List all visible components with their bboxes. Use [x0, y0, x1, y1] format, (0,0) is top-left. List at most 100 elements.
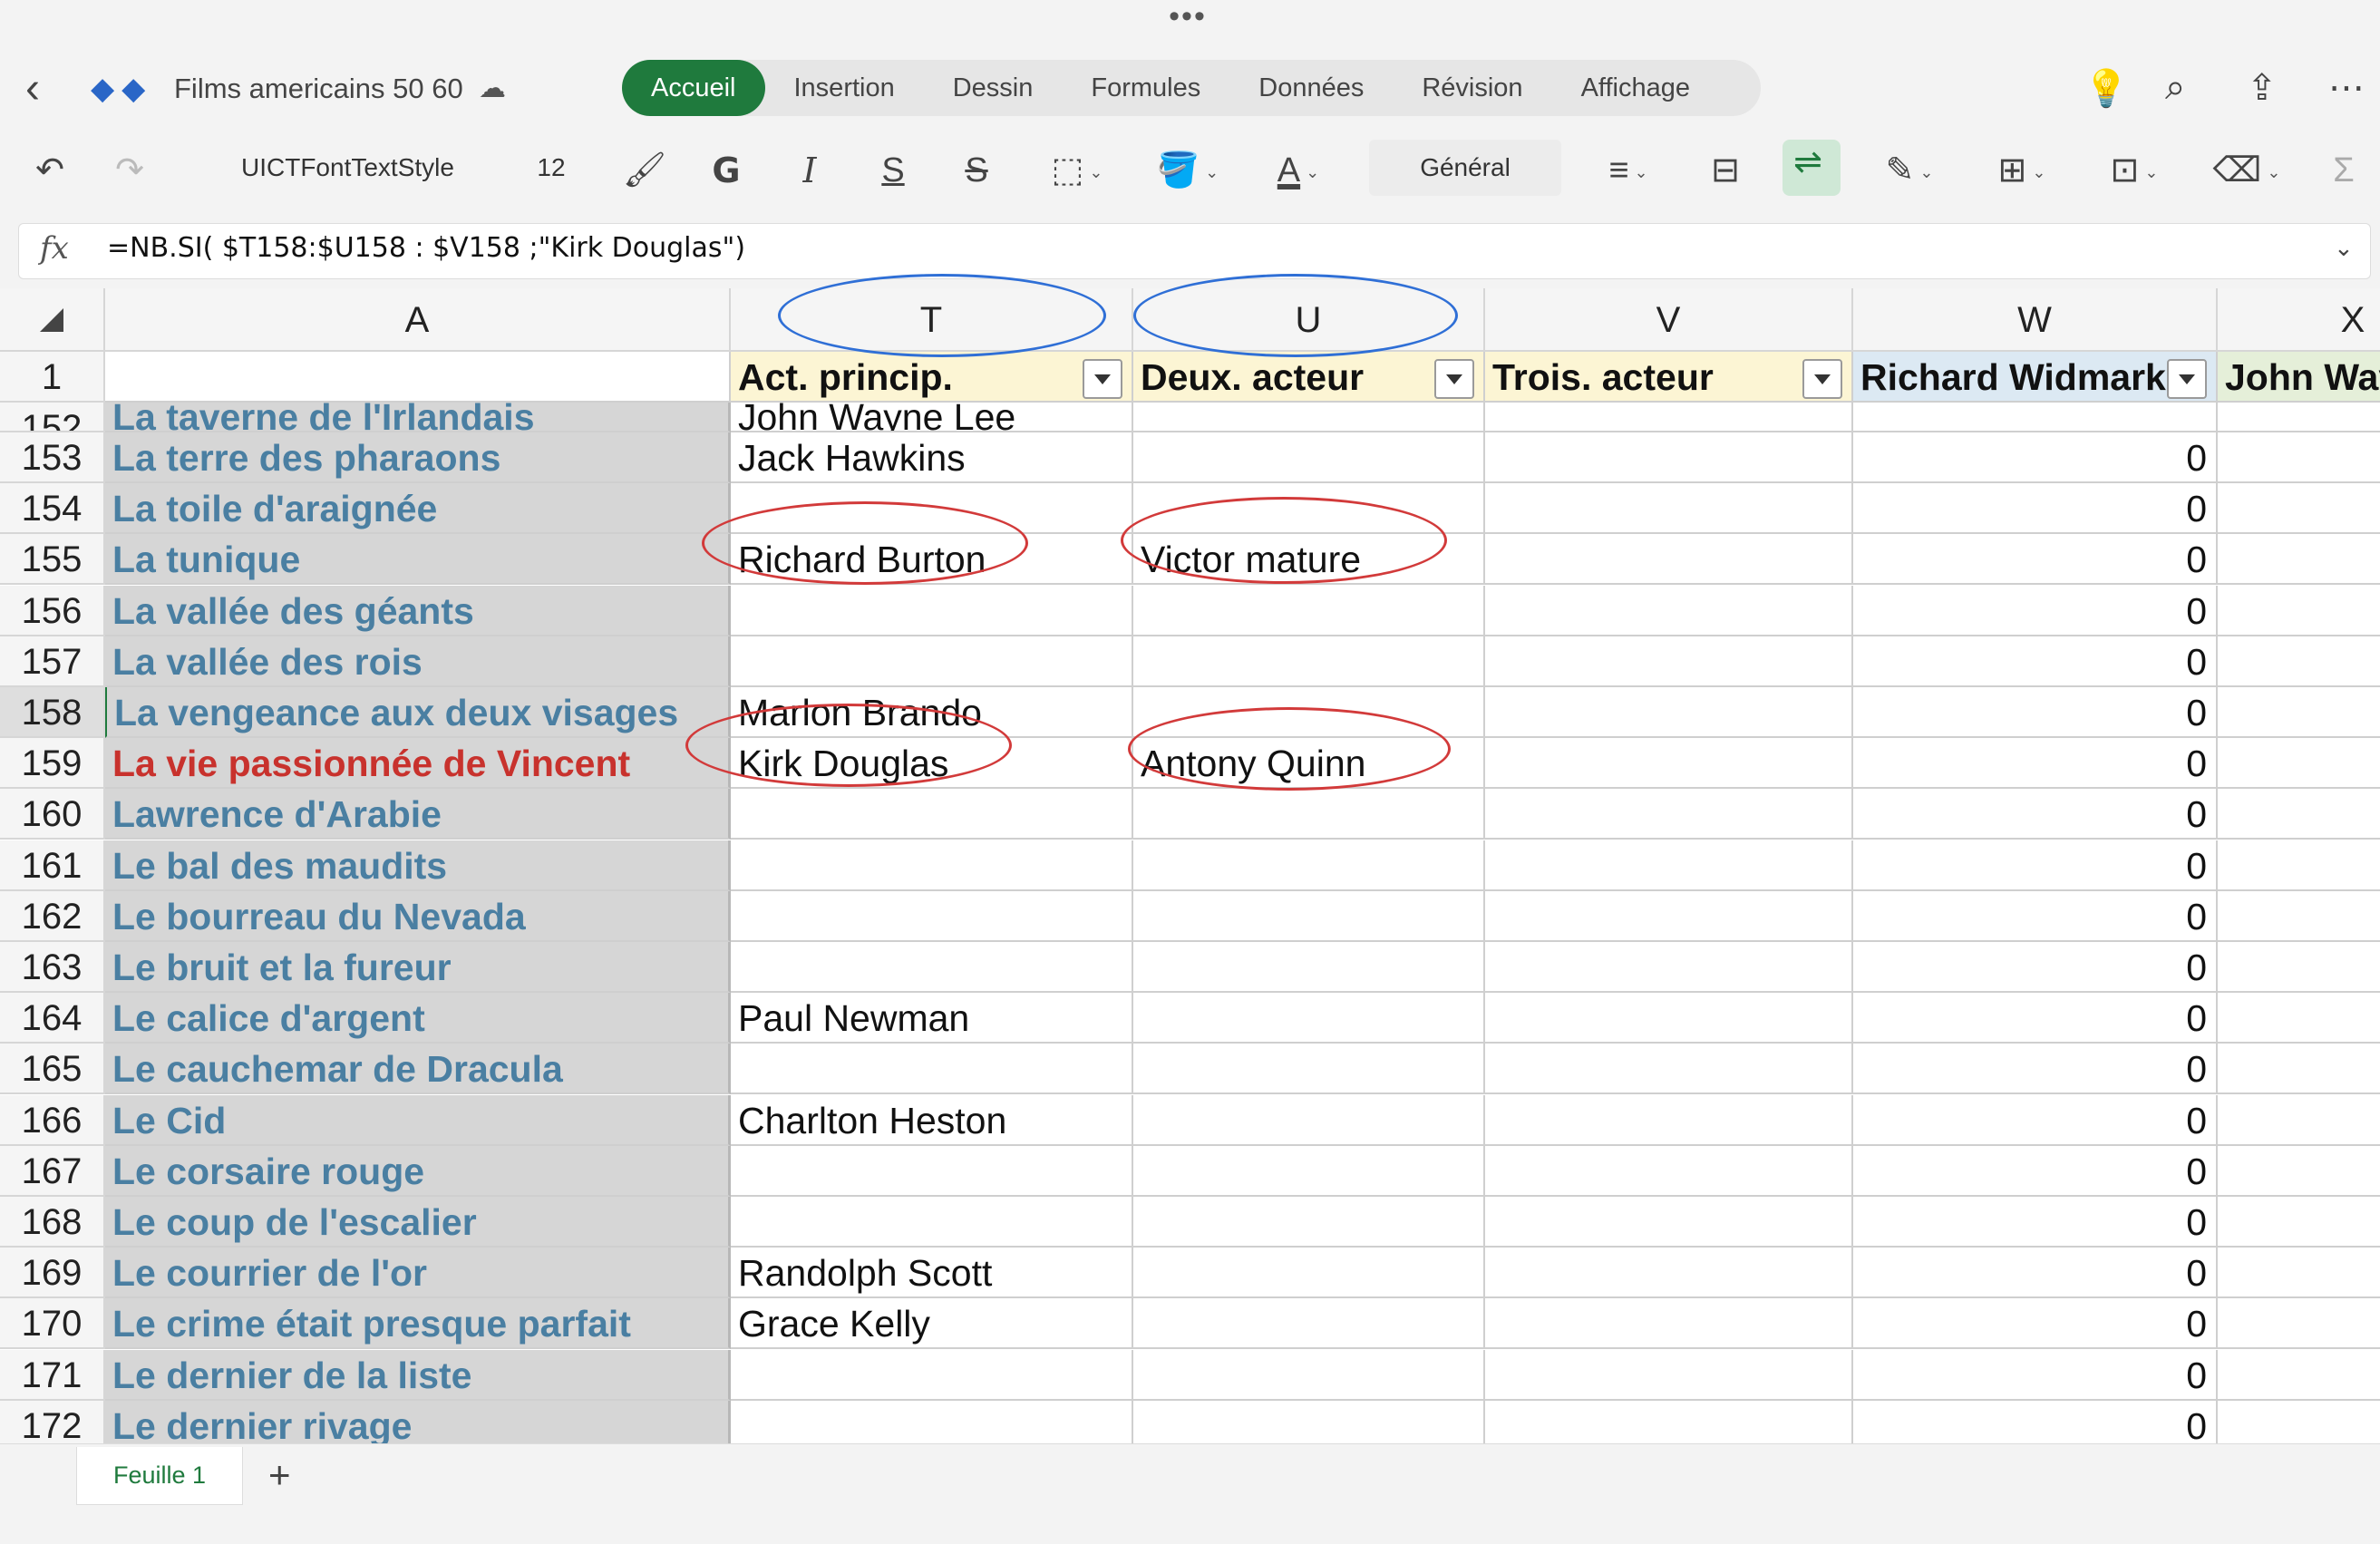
more-icon[interactable]: ⋯: [2328, 67, 2365, 109]
cell-u-157[interactable]: [1133, 636, 1485, 687]
cell-a-156[interactable]: La vallée des géants: [105, 586, 731, 636]
cell-w-165[interactable]: 0: [1853, 1044, 2218, 1094]
cell-a-162[interactable]: Le bourreau du Nevada: [105, 891, 731, 942]
cell-x-154[interactable]: [2218, 483, 2380, 534]
cell-u-156[interactable]: [1133, 586, 1485, 636]
cell-x-163[interactable]: [2218, 942, 2380, 993]
cell-v-154[interactable]: [1485, 483, 1853, 534]
cell-x-164[interactable]: [2218, 993, 2380, 1044]
cell-a-161[interactable]: Le bal des maudits: [105, 840, 731, 891]
header-cell-t[interactable]: Act. princip.: [731, 352, 1133, 403]
cell-v-167[interactable]: [1485, 1146, 1853, 1197]
row-header[interactable]: 157: [0, 636, 105, 687]
column-header-x[interactable]: X: [2218, 288, 2380, 352]
font-name-field[interactable]: UICTFontTextStyle: [212, 140, 484, 196]
cell-u-165[interactable]: [1133, 1044, 1485, 1094]
cell-x-169[interactable]: [2218, 1248, 2380, 1298]
header-cell-x[interactable]: John Wayne: [2218, 352, 2380, 403]
tab-affichage[interactable]: Affichage: [1552, 60, 1719, 116]
cell-a-166[interactable]: Le Cid: [105, 1095, 731, 1146]
cell-w-161[interactable]: 0: [1853, 840, 2218, 891]
tab-révision[interactable]: Révision: [1393, 60, 1551, 116]
borders-icon[interactable]: ⬚ ⌄: [1041, 145, 1113, 196]
cell-a-171[interactable]: Le dernier de la liste: [105, 1350, 731, 1401]
row-header[interactable]: 156: [0, 586, 105, 636]
cell-u-158[interactable]: [1133, 687, 1485, 738]
sheet-tab-feuille-1[interactable]: Feuille 1: [76, 1447, 243, 1505]
cell-x-162[interactable]: [2218, 891, 2380, 942]
cell-t-160[interactable]: [731, 789, 1133, 840]
add-sheet-button[interactable]: +: [268, 1447, 291, 1503]
sum-icon[interactable]: Σ: [2321, 145, 2366, 196]
back-chevron-icon[interactable]: ‹: [25, 63, 40, 113]
cell-x-171[interactable]: [2218, 1350, 2380, 1401]
header-cell-u[interactable]: Deux. acteur: [1133, 352, 1485, 403]
cell-t-170[interactable]: Grace Kelly: [731, 1298, 1133, 1349]
cell-w-171[interactable]: 0: [1853, 1350, 2218, 1401]
redo-icon[interactable]: ↷: [107, 145, 152, 196]
cell-w-153[interactable]: 0: [1853, 432, 2218, 483]
row-header[interactable]: 167: [0, 1146, 105, 1197]
strikethrough-button[interactable]: S: [954, 145, 999, 196]
row-header[interactable]: 164: [0, 993, 105, 1044]
cell-v-157[interactable]: [1485, 636, 1853, 687]
cell-u-161[interactable]: [1133, 840, 1485, 891]
cell-w-169[interactable]: 0: [1853, 1248, 2218, 1298]
cell-x-156[interactable]: [2218, 586, 2380, 636]
spreadsheet-grid[interactable]: A T U V W X 1 Act. princip. Deux. acteur Trois. a…: [0, 288, 2380, 1443]
share-icon[interactable]: ⇪: [2247, 67, 2278, 109]
row-header[interactable]: 154: [0, 483, 105, 534]
document-title[interactable]: Films americains 50 60: [174, 73, 463, 105]
cell-t-161[interactable]: [731, 840, 1133, 891]
cell-w-164[interactable]: 0: [1853, 993, 2218, 1044]
cell-a-163[interactable]: Le bruit et la fureur: [105, 942, 731, 993]
cloud-sync-icon[interactable]: ☁: [479, 73, 506, 104]
tab-insertion[interactable]: Insertion: [765, 60, 924, 116]
cell-w-158[interactable]: 0: [1853, 687, 2218, 738]
cell-v-153[interactable]: [1485, 432, 1853, 483]
wrap-text-button[interactable]: ⇌: [1783, 140, 1841, 196]
undo-icon[interactable]: ↶: [27, 145, 73, 196]
filter-dropdown-v[interactable]: [1802, 359, 1842, 399]
cell-t-154[interactable]: [731, 483, 1133, 534]
cell-w-170[interactable]: 0: [1853, 1298, 2218, 1349]
cell-w-160[interactable]: 0: [1853, 789, 2218, 840]
cell-x-153[interactable]: [2218, 432, 2380, 483]
row-header[interactable]: 163: [0, 942, 105, 993]
row-header[interactable]: 168: [0, 1197, 105, 1248]
row-header[interactable]: 169: [0, 1248, 105, 1298]
cell-a-165[interactable]: Le cauchemar de Dracula: [105, 1044, 731, 1094]
formula-input[interactable]: =NB.SI( $T158:$U158 : $V158 ;"Kirk Dougl…: [107, 232, 745, 264]
row-header[interactable]: 171: [0, 1350, 105, 1401]
cell-v-170[interactable]: [1485, 1298, 1853, 1349]
filter-dropdown-t[interactable]: [1083, 359, 1122, 399]
cell-x-168[interactable]: [2218, 1197, 2380, 1248]
cell-styles-icon[interactable]: ✎ ⌄: [1873, 145, 1946, 196]
cell-u-172[interactable]: [1133, 1401, 1485, 1443]
header-cell-v[interactable]: Trois. acteur: [1485, 352, 1853, 403]
cell-v-161[interactable]: [1485, 840, 1853, 891]
cell-v-152[interactable]: [1485, 403, 1853, 432]
cell-w-152[interactable]: [1853, 403, 2218, 432]
italic-button[interactable]: I: [787, 145, 832, 196]
underline-button[interactable]: S: [870, 145, 916, 196]
merge-icon[interactable]: ⊟: [1703, 145, 1748, 196]
cell-t-152[interactable]: John Wayne Lee: [731, 403, 1133, 432]
cell-a-159[interactable]: La vie passionnée de Vincent: [105, 738, 731, 789]
cell-t-164[interactable]: Paul Newman: [731, 993, 1133, 1044]
cell-w-172[interactable]: 0: [1853, 1401, 2218, 1443]
row-header[interactable]: 159: [0, 738, 105, 789]
cell-a-153[interactable]: La terre des pharaons: [105, 432, 731, 483]
cell-t-169[interactable]: Randolph Scott: [731, 1248, 1133, 1298]
cell-t-167[interactable]: [731, 1146, 1133, 1197]
cell-a-167[interactable]: Le corsaire rouge: [105, 1146, 731, 1197]
tab-données[interactable]: Données: [1229, 60, 1393, 116]
row-header[interactable]: 155: [0, 534, 105, 585]
cell-w-163[interactable]: 0: [1853, 942, 2218, 993]
tab-dessin[interactable]: Dessin: [924, 60, 1063, 116]
cell-t-158[interactable]: Marlon Brando: [731, 687, 1133, 738]
cell-a-170[interactable]: Le crime était presque parfait: [105, 1298, 731, 1349]
cell-u-171[interactable]: [1133, 1350, 1485, 1401]
format-painter-icon[interactable]: 🖌: [622, 145, 667, 196]
row-header[interactable]: 162: [0, 891, 105, 942]
